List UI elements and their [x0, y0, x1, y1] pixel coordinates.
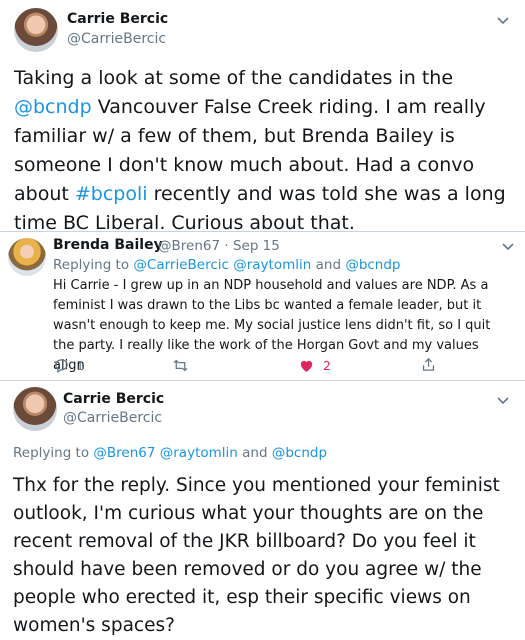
replying-to-last[interactable]: @bcndp: [345, 257, 400, 273]
author-name[interactable]: Carrie Bercic: [63, 391, 164, 407]
retweet-action[interactable]: [172, 357, 189, 374]
author-handle-date: @Bren67 · Sep 15: [158, 238, 280, 254]
reply-action[interactable]: 1: [53, 357, 84, 374]
replying-to-handles[interactable]: @Bren67 @raytomlin: [93, 445, 237, 461]
tweet-text-segment: Taking a look at some of the candidates …: [14, 67, 454, 89]
author-handle[interactable]: @Bren67: [158, 238, 220, 254]
replying-to: Replying to @Bren67 @raytomlin and @bcnd…: [13, 445, 327, 461]
author-name[interactable]: Brenda Bailey: [53, 237, 163, 253]
tweet-text: Hi Carrie - I grew up in an NDP househol…: [53, 278, 491, 373]
avatar[interactable]: [8, 238, 46, 276]
replying-to-and: and: [315, 257, 342, 273]
heart-icon: [300, 360, 313, 372]
tweet-link[interactable]: @bcndp: [14, 96, 92, 118]
author-name[interactable]: Carrie Bercic: [67, 11, 168, 27]
author-handle[interactable]: @CarrieBercic: [63, 410, 162, 426]
tweet-date[interactable]: · Sep 15: [224, 238, 280, 254]
tweet-text: Thx for the reply. Since you mentioned y…: [13, 475, 500, 636]
retweet-icon: [173, 359, 188, 372]
replying-to-label: Replying to: [13, 445, 90, 461]
chevron-down-icon[interactable]: [495, 392, 511, 408]
chevron-down-icon[interactable]: [500, 238, 516, 254]
chevron-down-icon[interactable]: [495, 12, 511, 28]
reply-count: 1: [76, 358, 84, 373]
replying-to-label: Replying to: [53, 257, 130, 273]
avatar[interactable]: [14, 8, 58, 52]
avatar[interactable]: [13, 387, 57, 431]
replying-to-last[interactable]: @bcndp: [272, 445, 327, 461]
divider: [0, 380, 525, 381]
author-handle[interactable]: @CarrieBercic: [67, 31, 166, 47]
replying-to-and: and: [242, 445, 268, 461]
tweet-text: Taking a look at some of the candidates …: [14, 64, 514, 238]
divider: [0, 231, 525, 232]
like-count: 2: [323, 358, 331, 373]
replying-to: Replying to @CarrieBercic @raytomlin and…: [53, 257, 401, 273]
share-action[interactable]: [420, 356, 437, 373]
replying-to-handles[interactable]: @CarrieBercic @raytomlin: [133, 257, 311, 273]
reply-icon: [55, 359, 68, 374]
like-action[interactable]: 2: [298, 357, 331, 374]
share-icon: [422, 357, 435, 371]
tweet-link[interactable]: #bcpoli: [75, 183, 148, 205]
